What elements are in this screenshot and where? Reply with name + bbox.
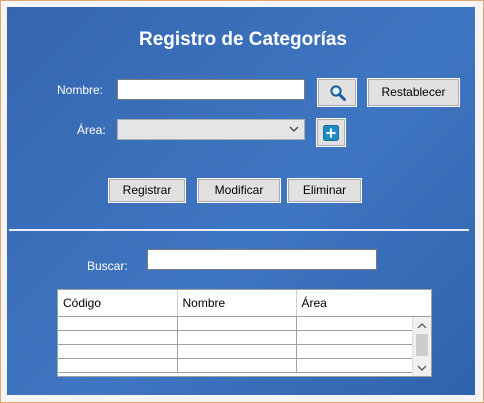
- table-header-row: Código Nombre Área: [58, 290, 413, 317]
- table-cell[interactable]: [296, 358, 413, 373]
- table-row[interactable]: [58, 358, 413, 373]
- table-cell[interactable]: [177, 330, 297, 345]
- table-row[interactable]: [58, 330, 413, 345]
- column-header-codigo[interactable]: Código: [58, 290, 178, 317]
- table-cell[interactable]: [58, 344, 178, 359]
- table-cell[interactable]: [177, 358, 297, 373]
- section-divider: [9, 229, 469, 231]
- table-cell[interactable]: [177, 344, 297, 359]
- table-cell[interactable]: [177, 316, 297, 331]
- chevron-down-icon: [289, 126, 299, 132]
- chevron-up-icon: [417, 323, 427, 329]
- table-header-filler: [411, 290, 431, 317]
- area-label: Área:: [77, 123, 106, 137]
- column-header-nombre[interactable]: Nombre: [177, 290, 297, 317]
- table-cell[interactable]: [58, 316, 178, 331]
- search-button[interactable]: [317, 78, 357, 107]
- categories-table[interactable]: Código Nombre Área: [57, 289, 432, 377]
- search-icon: [330, 85, 346, 101]
- table-cell[interactable]: [296, 316, 413, 331]
- table-cell[interactable]: [296, 330, 413, 345]
- restablecer-button[interactable]: Restablecer: [367, 78, 460, 107]
- buscar-label: Buscar:: [87, 259, 128, 273]
- buscar-input[interactable]: [147, 249, 377, 270]
- page-title: Registro de Categorías: [139, 29, 347, 50]
- table-cell[interactable]: [296, 344, 413, 359]
- chevron-down-icon: [417, 365, 427, 371]
- table-cell[interactable]: [58, 358, 178, 373]
- nombre-input[interactable]: [117, 79, 305, 100]
- add-area-button[interactable]: [316, 118, 346, 147]
- table-cell[interactable]: [58, 330, 178, 345]
- scrollbar-thumb[interactable]: [416, 334, 428, 356]
- vertical-scrollbar[interactable]: [412, 317, 431, 376]
- eliminar-button[interactable]: Eliminar: [287, 178, 362, 203]
- nombre-label: Nombre:: [57, 83, 104, 97]
- plus-icon: [323, 125, 339, 141]
- registrar-button[interactable]: Registrar: [108, 178, 186, 203]
- table-row[interactable]: [58, 344, 413, 359]
- column-header-area[interactable]: Área: [296, 290, 413, 317]
- table: Código Nombre Área: [58, 290, 413, 373]
- table-row[interactable]: [58, 316, 413, 331]
- modificar-button[interactable]: Modificar: [197, 178, 281, 203]
- area-select[interactable]: [117, 119, 305, 140]
- app-window: Registro de Categorías Nombre: Restablec…: [0, 0, 484, 403]
